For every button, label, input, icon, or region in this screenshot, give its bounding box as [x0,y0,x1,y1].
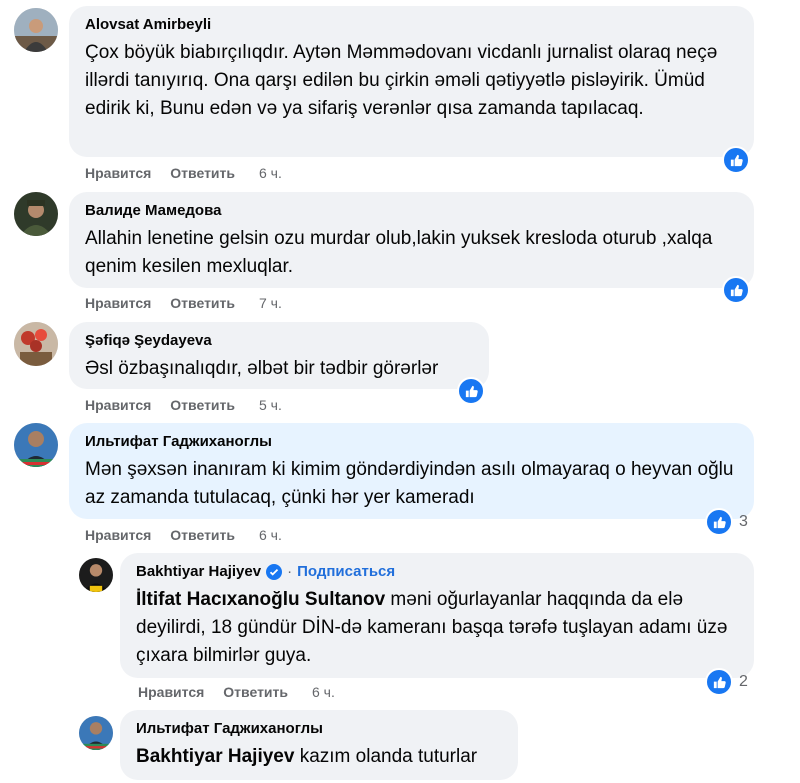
reaction-summary[interactable]: 2 [705,668,748,696]
comment-text: Əsl özbaşınalıqdır, əlbət bir tədbir gör… [85,358,439,379]
comment-author[interactable]: Ильтифат Гаджиханоглы [136,719,502,739]
like-link[interactable]: Нравится [138,684,204,700]
comment-text: Mən şəxsən inanıram ki kimim göndərdiyin… [85,459,734,508]
comment-text: Bakhtiyar Hajiyev kazım olanda tuturlar [136,746,478,767]
reply-link[interactable]: Ответить [170,165,235,181]
comment-actions: Нравится Ответить 7 ч. [85,295,282,311]
comment-author[interactable]: Ильтифат Гаджиханоглы [85,432,738,452]
comment-bubble: Ильтифат Гаджиханоглы Mən şəxsən inanıra… [69,423,754,519]
avatar[interactable] [14,423,58,467]
like-link[interactable]: Нравится [85,165,151,181]
thumbs-up-icon [705,668,733,696]
thumbs-up-icon [722,146,750,174]
avatar[interactable] [79,558,113,592]
reply-link[interactable]: Ответить [170,295,235,311]
comment-bubble: Şəfiqə Şeydayeva Əsl özbaşınalıqdır, əlb… [69,322,489,389]
comment-bubble: Ильтифат Гаджиханоглы Bakhtiyar Hajiyev … [120,710,518,780]
timestamp[interactable]: 6 ч. [259,165,282,181]
comment-author[interactable]: Валиде Мамедова [85,201,738,221]
avatar[interactable] [79,716,113,750]
timestamp[interactable]: 6 ч. [312,684,335,700]
comment-bubble: Alovsat Amirbeyli Çox böyük biabırçılıqd… [69,6,754,157]
reaction-count: 2 [739,673,748,690]
reaction-summary[interactable] [457,377,485,405]
avatar[interactable] [14,322,58,366]
comment-actions: Нравится Ответить 6 ч. [85,165,282,181]
reaction-summary[interactable]: 3 [705,508,748,536]
separator-dot: · [287,563,293,580]
thumbs-up-icon [457,377,485,405]
timestamp[interactable]: 5 ч. [259,397,282,413]
avatar[interactable] [14,8,58,52]
comment-actions: Нравится Ответить 5 ч. [85,397,282,413]
timestamp[interactable]: 6 ч. [259,527,282,543]
comment-bubble: Bakhtiyar Hajiyev · Подписаться İltifat … [120,553,754,678]
comment-author[interactable]: Şəfiqə Şeydayeva [85,331,473,351]
reaction-summary[interactable] [722,276,750,304]
follow-button[interactable]: Подписаться [297,562,395,582]
comment-actions: Нравится Ответить 6 ч. [138,684,335,700]
reaction-summary[interactable] [722,146,750,174]
mention-link[interactable]: Bakhtiyar Hajiyev [136,746,294,767]
reply-link[interactable]: Ответить [170,397,235,413]
comment-author[interactable]: Bakhtiyar Hajiyev [136,562,261,582]
reply-link[interactable]: Ответить [170,527,235,543]
comment-author-row: Bakhtiyar Hajiyev · Подписаться [136,562,738,582]
thumbs-up-icon [722,276,750,304]
thumbs-up-icon [705,508,733,536]
like-link[interactable]: Нравится [85,527,151,543]
comment-text: Allahin lenetine gelsin ozu murdar olub,… [85,228,713,277]
reaction-count: 3 [739,513,748,530]
timestamp[interactable]: 7 ч. [259,295,282,311]
reply-link[interactable]: Ответить [223,684,288,700]
mention-link[interactable]: İltifat Hacıxanoğlu Sultanov [136,589,385,610]
comment-actions: Нравится Ответить 6 ч. [85,527,282,543]
verified-badge-icon [266,564,283,580]
avatar[interactable] [14,192,58,236]
comment-bubble: Валиде Мамедова Allahin lenetine gelsin … [69,192,754,288]
comment-text: İltifat Hacıxanoğlu Sultanov məni oğurla… [136,589,728,666]
comment-author[interactable]: Alovsat Amirbeyli [85,15,738,35]
like-link[interactable]: Нравится [85,295,151,311]
comment-text: Çox böyük biabırçılıqdır. Aytən Məmmədov… [85,42,718,119]
like-link[interactable]: Нравится [85,397,151,413]
